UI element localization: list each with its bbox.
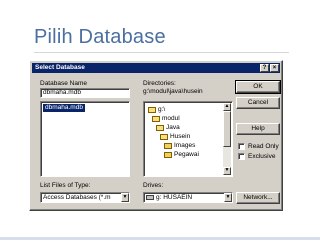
directories-listbox[interactable]: g:\ modul Java Husein Images Pegawai ▲ ▼ [143, 101, 233, 177]
ok-button[interactable]: OK [235, 80, 281, 94]
directory-item[interactable]: modul [152, 114, 180, 123]
file-type-dropdown[interactable]: Access Databases (*.m ▼ [40, 192, 130, 203]
folder-open-icon [160, 133, 168, 140]
directory-item[interactable]: Java [156, 123, 180, 132]
folder-open-icon [152, 115, 160, 122]
close-title-button[interactable]: × [270, 64, 279, 72]
drives-dropdown[interactable]: g: HUSAEIN ▼ [143, 192, 233, 203]
directories-scrollbar[interactable]: ▲ ▼ [223, 103, 231, 175]
read-only-checkbox[interactable] [238, 143, 245, 150]
dialog-title: Select Database [35, 64, 85, 71]
folder-icon [164, 142, 172, 149]
directory-item[interactable]: Husein [160, 132, 190, 141]
title-buttons: ? × [260, 64, 279, 72]
database-name-label: Database Name [40, 80, 87, 87]
scroll-up-arrow-icon[interactable]: ▲ [223, 103, 231, 111]
help-title-button[interactable]: ? [260, 64, 269, 72]
select-database-dialog: Select Database ? × Database Name dbmaha… [29, 60, 283, 211]
current-path: g:\modul\java\husein [143, 88, 203, 95]
read-only-option[interactable]: Read Only [238, 143, 279, 150]
file-listbox[interactable]: dbmaha.mdb [40, 101, 130, 177]
folder-open-icon [156, 124, 164, 131]
scroll-down-arrow-icon[interactable]: ▼ [223, 167, 231, 175]
drive-icon [146, 195, 154, 200]
exclusive-option[interactable]: Exclusive [238, 153, 275, 160]
folder-open-icon [148, 106, 156, 113]
chevron-down-icon[interactable]: ▼ [224, 193, 232, 202]
list-files-of-type-label: List Files of Type: [40, 182, 91, 189]
exclusive-label: Exclusive [248, 153, 276, 160]
scroll-thumb[interactable] [223, 111, 231, 147]
database-name-input[interactable]: dbmaha.mdb [40, 88, 130, 98]
help-button[interactable]: Help [236, 123, 280, 135]
directories-label: Directories: [143, 80, 176, 87]
slide-title: Pilih Database [34, 26, 166, 48]
cancel-button[interactable]: Cancel [236, 97, 280, 109]
file-type-value: Access Databases (*.m [43, 194, 111, 201]
chevron-down-icon[interactable]: ▼ [121, 193, 129, 202]
file-list-item-selected[interactable]: dbmaha.mdb [43, 104, 85, 112]
dialog-titlebar[interactable]: Select Database ? × [32, 63, 280, 73]
read-only-label: Read Only [248, 143, 279, 150]
exclusive-checkbox[interactable] [238, 153, 245, 160]
directory-item[interactable]: Pegawai [164, 150, 199, 159]
drive-value: g: HUSAEIN [146, 193, 192, 202]
drives-label: Drives: [143, 182, 164, 189]
network-button[interactable]: Network... [236, 192, 280, 204]
directory-item[interactable]: Images [164, 141, 195, 150]
folder-icon [164, 151, 172, 158]
title-divider [34, 52, 289, 53]
directory-item[interactable]: g:\ [148, 105, 165, 114]
